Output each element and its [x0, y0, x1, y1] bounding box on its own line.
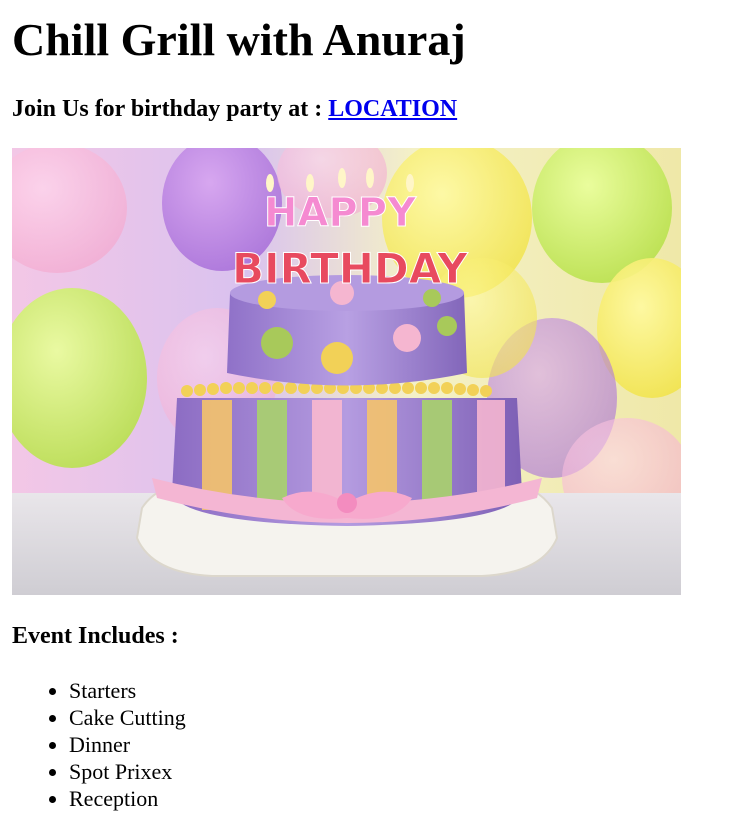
- location-link[interactable]: LOCATION: [328, 96, 457, 122]
- list-item: Spot Prixex: [69, 758, 712, 785]
- page-title: Chill Grill with Anuraj: [12, 14, 466, 65]
- list-item: Starters: [69, 677, 712, 704]
- event-includes-heading: Event Includes :: [12, 623, 179, 649]
- birthday-cake-image: HAPPY BIRTHDAY: [12, 148, 681, 595]
- list-item: Cake Cutting: [69, 704, 712, 731]
- list-item: Dinner: [69, 731, 712, 758]
- invite-text: Join Us for birthday party at :: [12, 96, 329, 122]
- list-item: Reception: [69, 785, 712, 812]
- candle-text-birthday: BIRTHDAY: [232, 244, 468, 293]
- event-includes-list: Starters Cake Cutting Dinner Spot Prixex…: [12, 677, 712, 812]
- page-content: Chill Grill with Anuraj Join Us for birt…: [12, 0, 712, 812]
- invite-heading: Join Us for birthday party at : LOCATION: [12, 94, 712, 124]
- candle-text-happy: HAPPY: [264, 190, 417, 236]
